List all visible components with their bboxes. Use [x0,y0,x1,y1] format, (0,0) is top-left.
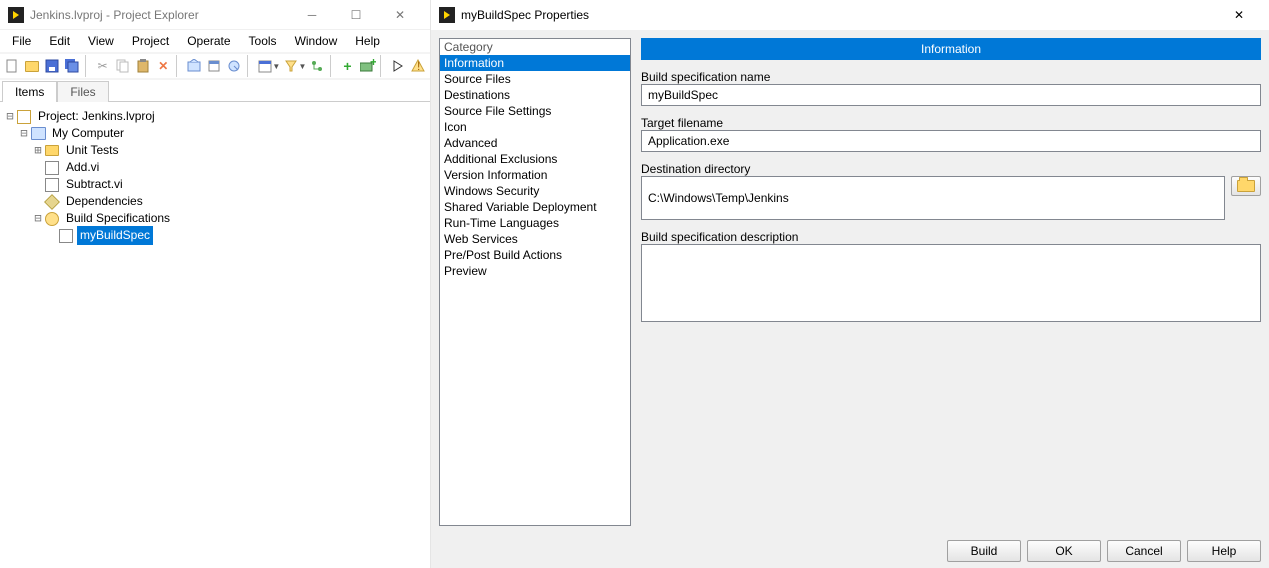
project-tabs: Items Files [0,80,430,102]
menu-operate[interactable]: Operate [179,32,238,50]
tree-dependencies[interactable]: Dependencies [4,193,426,210]
label-destination-dir: Destination directory [641,162,1261,176]
category-item-shared-variable-deployment[interactable]: Shared Variable Deployment [440,199,630,215]
maximize-button[interactable]: ☐ [334,1,378,29]
toolbar: ✂ ✕ ▼ ▼ + + ! [0,52,430,80]
target-filename-input[interactable] [641,130,1261,152]
information-panel: Information Build specification name Tar… [641,38,1261,526]
category-item-web-services[interactable]: Web Services [440,231,630,247]
date-dropdown-icon[interactable]: ▼ [272,62,280,71]
save-all-icon[interactable] [63,55,82,77]
build-name-input[interactable] [641,84,1261,106]
category-item-information[interactable]: Information [440,55,630,71]
dependencies-icon [44,194,60,210]
properties-dialog: myBuildSpec Properties ✕ Category Inform… [431,0,1269,568]
analyze-icon[interactable] [225,55,244,77]
vi-icon [44,177,60,193]
computer-icon [30,126,46,142]
menu-view[interactable]: View [80,32,122,50]
ok-button[interactable]: OK [1027,540,1101,562]
svg-text:!: ! [417,59,420,73]
section-header: Information [641,38,1261,60]
project-icon [16,109,32,125]
tree-build-specs[interactable]: ⊟Build Specifications [4,210,426,227]
menu-tools[interactable]: Tools [241,32,285,50]
paste-icon[interactable] [133,55,152,77]
delete-icon[interactable]: ✕ [154,55,173,77]
tab-files[interactable]: Files [57,81,108,102]
add-folder-icon[interactable]: + [358,55,377,77]
tree-my-computer[interactable]: ⊟My Computer [4,125,426,142]
category-item-additional-exclusions[interactable]: Additional Exclusions [440,151,630,167]
menu-window[interactable]: Window [287,32,346,50]
new-file-icon[interactable] [2,55,21,77]
folder-open-icon [1237,180,1255,192]
browse-button[interactable] [1231,176,1261,196]
window-title: Jenkins.lvproj - Project Explorer [30,8,199,22]
folder-icon [44,143,60,159]
help-button[interactable]: Help [1187,540,1261,562]
project-explorer-window: Jenkins.lvproj - Project Explorer ─ ☐ ✕ … [0,0,431,568]
menu-edit[interactable]: Edit [41,32,78,50]
menu-help[interactable]: Help [347,32,388,50]
tree-subtract-vi[interactable]: Subtract.vi [4,176,426,193]
dialog-titlebar[interactable]: myBuildSpec Properties ✕ [431,0,1269,30]
label-build-description: Build specification description [641,230,1261,244]
tree-add-vi[interactable]: Add.vi [4,159,426,176]
tree-project-root[interactable]: ⊟Project: Jenkins.lvproj [4,108,426,125]
project-explorer-titlebar[interactable]: Jenkins.lvproj - Project Explorer ─ ☐ ✕ [0,0,430,30]
menu-project[interactable]: Project [124,32,177,50]
run-icon[interactable] [389,55,408,77]
cut-icon[interactable]: ✂ [93,55,112,77]
warning-icon[interactable]: ! [409,55,428,77]
copy-icon[interactable] [113,55,132,77]
resolve-icon[interactable] [184,55,203,77]
category-item-pre-post-build-actions[interactable]: Pre/Post Build Actions [440,247,630,263]
cancel-button[interactable]: Cancel [1107,540,1181,562]
category-item-source-file-settings[interactable]: Source File Settings [440,103,630,119]
category-item-destinations[interactable]: Destinations [440,87,630,103]
header-icon[interactable] [204,55,223,77]
category-item-windows-security[interactable]: Windows Security [440,183,630,199]
category-item-advanced[interactable]: Advanced [440,135,630,151]
label-build-name: Build specification name [641,70,1261,84]
category-item-run-time-languages[interactable]: Run-Time Languages [440,215,630,231]
project-tree: ⊟Project: Jenkins.lvproj ⊟My Computer ⊞U… [0,102,430,250]
save-icon[interactable] [42,55,61,77]
close-button[interactable]: ✕ [378,1,422,29]
tab-items[interactable]: Items [2,81,57,102]
spec-icon [58,228,74,244]
filter-dropdown-icon[interactable]: ▼ [298,62,306,71]
source-control-icon[interactable] [307,55,326,77]
dialog-title: myBuildSpec Properties [461,8,589,22]
vi-icon [44,160,60,176]
add-icon[interactable]: + [338,55,357,77]
labview-icon [8,7,24,23]
open-icon[interactable] [22,55,41,77]
build-spec-icon [44,211,60,227]
destination-dir-input[interactable] [641,176,1225,220]
menu-file[interactable]: File [4,32,39,50]
labview-icon [439,7,455,23]
description-textarea[interactable] [641,244,1261,322]
category-list: Category InformationSource FilesDestinat… [439,38,631,526]
tree-unit-tests[interactable]: ⊞Unit Tests [4,142,426,159]
build-button[interactable]: Build [947,540,1021,562]
svg-text:+: + [370,59,376,69]
dialog-footer: Build OK Cancel Help [431,534,1269,568]
category-item-source-files[interactable]: Source Files [440,71,630,87]
label-target-filename: Target filename [641,116,1261,130]
tree-mybuildspec[interactable]: myBuildSpec [4,227,426,244]
minimize-button[interactable]: ─ [290,1,334,29]
category-item-preview[interactable]: Preview [440,263,630,279]
menu-bar: File Edit View Project Operate Tools Win… [0,30,430,52]
category-header: Category [440,39,630,55]
category-item-icon[interactable]: Icon [440,119,630,135]
category-item-version-information[interactable]: Version Information [440,167,630,183]
close-button[interactable]: ✕ [1217,1,1261,29]
